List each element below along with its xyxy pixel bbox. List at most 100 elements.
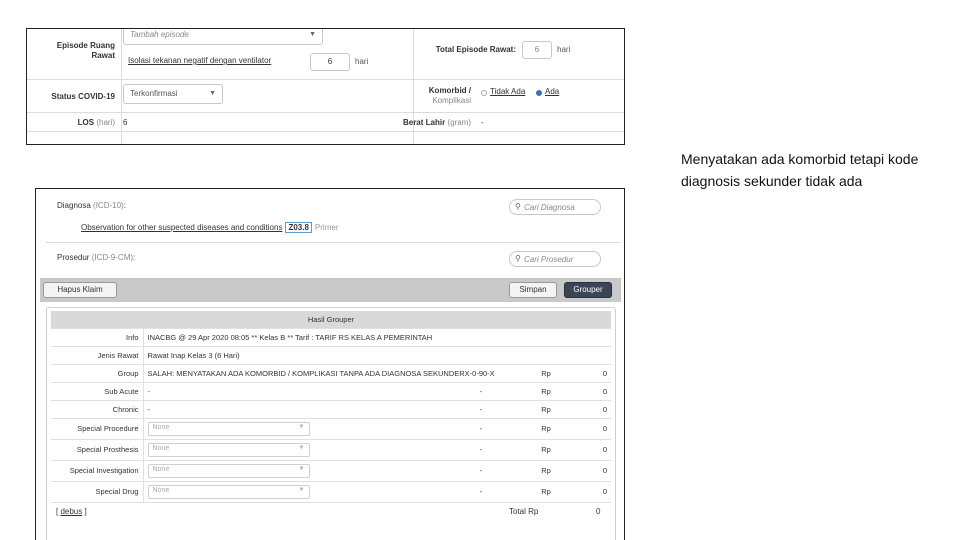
comorbid-label: Komorbid / Komplikasi xyxy=(405,86,471,106)
row-label: Special Prosthesis xyxy=(51,439,144,461)
grouper-result-table: Hasil Grouper Info INACBG @ 29 Apr 2020 … xyxy=(51,311,611,503)
covid-row: Status COVID-19 Terkonfirmasi ▼ Komorbid… xyxy=(27,80,624,113)
birth-weight-label-text: Berat Lahir xyxy=(402,118,446,127)
row-label: Special Procedure xyxy=(51,418,144,440)
chevron-down-icon: ▼ xyxy=(298,486,305,493)
prosedur-search-input[interactable]: ⚲ Cari Prosedur xyxy=(509,251,601,267)
total-amount: 0 xyxy=(596,507,601,516)
chevron-down-icon: ▼ xyxy=(298,465,305,472)
comorbid-no-label[interactable]: Tidak Ada xyxy=(490,87,525,96)
amount-value: 0 xyxy=(581,439,611,461)
claim-panel: Diagnosa (ICD-10): ⚲ Cari Diagnosa Obser… xyxy=(35,188,625,540)
amount-value: 0 xyxy=(581,382,611,401)
currency-label: Rp xyxy=(511,364,581,383)
los-row: LOS (hari) 6 Berat Lahir (gram) - xyxy=(27,113,624,132)
row-label: Group xyxy=(51,364,144,383)
currency-label: Rp xyxy=(511,460,581,482)
row-label: Sub Acute xyxy=(51,382,144,401)
magnifier-icon: ⚲ xyxy=(515,202,521,211)
los-unit: (hari) xyxy=(96,118,115,127)
isolation-link[interactable]: Isolasi tekanan negatif dengan ventilato… xyxy=(128,56,271,65)
diagnosa-colon: : xyxy=(123,201,126,210)
row-label: Special Drug xyxy=(51,481,144,503)
magnifier-icon: ⚲ xyxy=(515,254,521,263)
row-label: Jenis Rawat xyxy=(51,346,144,365)
diagnosa-search-input[interactable]: ⚲ Cari Diagnosa xyxy=(509,199,601,215)
grouper-button[interactable]: Grouper xyxy=(564,282,612,298)
amount-value: 0 xyxy=(581,418,611,440)
total-episode-unit: hari xyxy=(557,45,571,54)
diagnosa-search-placeholder: Cari Diagnosa xyxy=(524,203,575,212)
currency-label: Rp xyxy=(511,481,581,503)
chevron-down-icon: ▼ xyxy=(309,31,316,38)
prosedur-search-placeholder: Cari Prosedur xyxy=(524,255,574,264)
cell-value: None ▼ xyxy=(143,418,451,440)
special-procedure-select[interactable]: None ▼ xyxy=(147,421,310,436)
cell-value: None ▼ xyxy=(143,439,451,461)
birth-weight-unit: (gram) xyxy=(447,118,471,127)
row-label: Chronic xyxy=(51,400,144,419)
comorbid-yes-label[interactable]: Ada xyxy=(545,87,559,96)
special-investigation-select[interactable]: None ▼ xyxy=(147,463,310,478)
action-toolbar: Hapus Klaim Simpan Grouper xyxy=(40,278,621,302)
comorbid-yes-radio[interactable] xyxy=(536,90,542,96)
currency-label: Rp xyxy=(511,418,581,440)
diagnosis-entry: Observation for other suspected diseases… xyxy=(81,222,338,233)
prosedur-code-type: (ICD-9-CM) xyxy=(91,253,134,262)
cell-code: - xyxy=(451,418,511,440)
diagnosa-label-text: Diagnosa xyxy=(57,201,91,210)
result-title: Hasil Grouper xyxy=(51,311,611,329)
info-value: INACBG @ 29 Apr 2020 08:05 ** Kelas B **… xyxy=(143,328,611,347)
select-value: None xyxy=(152,423,170,431)
amount-value: 0 xyxy=(581,481,611,503)
amount-value: 0 xyxy=(581,460,611,482)
total-episode-input: 6 xyxy=(522,41,552,59)
diagnosis-code-badge: Z03.8 xyxy=(285,222,312,233)
total-episode-label: Total Episode Rawat: xyxy=(435,45,516,54)
covid-status-select[interactable]: Terkonfirmasi ▼ xyxy=(123,84,223,104)
group-text: SALAH: MENYATAKAN ADA KOMORBID / KOMPLIK… xyxy=(147,368,465,378)
diagnosa-label: Diagnosa (ICD-10): xyxy=(57,201,126,210)
comorbid-no-radio[interactable] xyxy=(481,90,487,96)
los-value: 6 xyxy=(123,118,128,127)
delete-claim-button[interactable]: Hapus Klaim xyxy=(43,282,117,298)
comorbid-label-line1: Komorbid / xyxy=(428,86,471,95)
table-header: Hasil Grouper xyxy=(51,311,611,329)
select-value: None xyxy=(152,444,170,452)
episode-row: Episode Ruang Rawat Tambah episode ▼ Iso… xyxy=(27,29,624,80)
episode-select[interactable]: Tambah episode ▼ xyxy=(123,29,323,45)
cell-code: - xyxy=(451,400,511,419)
prosedur-label: Prosedur (ICD-9-CM): xyxy=(57,253,135,262)
birth-weight-label: Berat Lahir (gram) xyxy=(387,118,471,128)
cell-value: None ▼ xyxy=(143,460,451,482)
select-value: None xyxy=(152,486,170,494)
diagnosa-code-type: (ICD-10) xyxy=(93,201,124,210)
table-row: Jenis Rawat Rawat Inap Kelas 3 (6 Hari) xyxy=(51,346,611,365)
episode-label-text: Episode Ruang Rawat xyxy=(56,41,115,60)
save-button[interactable]: Simpan xyxy=(509,282,557,298)
special-drug-select[interactable]: None ▼ xyxy=(147,484,310,499)
diagnosis-text[interactable]: Observation for other suspected diseases… xyxy=(81,223,282,232)
chevron-down-icon: ▼ xyxy=(209,90,216,97)
episode-form-panel: Episode Ruang Rawat Tambah episode ▼ Iso… xyxy=(26,28,625,145)
isolation-days-input[interactable]: 6 xyxy=(310,53,350,71)
table-row: Sub Acute - - Rp 0 xyxy=(51,382,611,401)
comorbid-label-line2: Komplikasi xyxy=(432,96,471,105)
currency-label: Rp xyxy=(511,439,581,461)
group-code: X-0-90-X xyxy=(464,368,495,378)
annotation-note: Menyatakan ada komorbid tetapi kode diag… xyxy=(681,151,919,189)
episode-label: Episode Ruang Rawat xyxy=(39,41,115,61)
cell-code: - xyxy=(451,382,511,401)
table-row: Group SALAH: MENYATAKAN ADA KOMORBID / K… xyxy=(51,364,611,383)
debug-link-wrapper: [ debus ] xyxy=(56,507,87,516)
chevron-down-icon: ▼ xyxy=(298,423,305,430)
grouper-result-box: Hasil Grouper Info INACBG @ 29 Apr 2020 … xyxy=(46,307,616,540)
debug-link[interactable]: debus xyxy=(60,507,82,516)
special-prosthesis-select[interactable]: None ▼ xyxy=(147,442,310,457)
row-label: Info xyxy=(51,328,144,347)
covid-label: Status COVID-19 xyxy=(51,92,115,101)
total-label: Total Rp xyxy=(509,507,539,516)
table-row: Info INACBG @ 29 Apr 2020 08:05 ** Kelas… xyxy=(51,328,611,347)
cell-code: - xyxy=(451,481,511,503)
los-label: LOS (hari) xyxy=(31,118,115,128)
